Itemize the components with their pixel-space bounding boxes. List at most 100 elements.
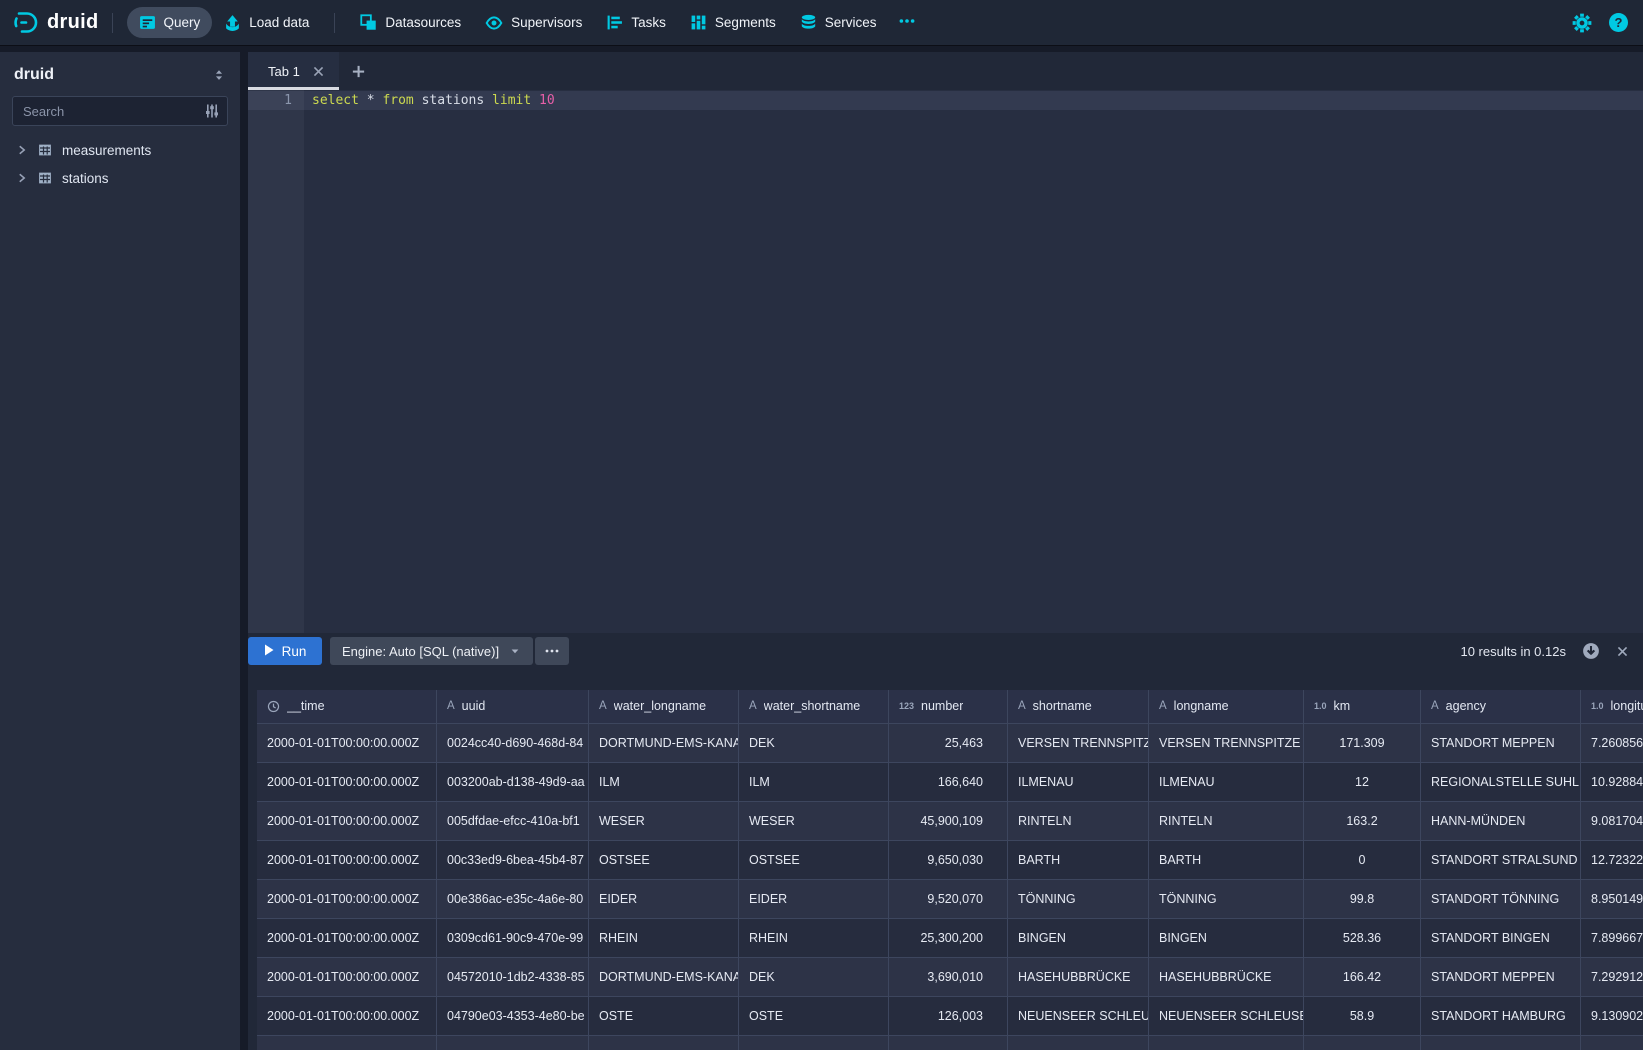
navbar-more-button[interactable] [888,5,926,41]
column-header-km[interactable]: 1.0km [1304,690,1421,723]
table-cell[interactable]: BARTH [1008,841,1149,879]
table-cell[interactable]: ILMENAU [1149,763,1304,801]
table-cell[interactable]: WESER [589,802,739,840]
sql-query-text[interactable]: select * from stations limit 10 [312,92,555,109]
table-cell[interactable]: HANN-MÜNDEN [1421,802,1581,840]
table-cell[interactable]: 3,690,010 [889,958,1008,996]
table-cell[interactable]: BARTH [1149,841,1304,879]
table-cell[interactable]: NEUENSEER SCHLEUSEN [1008,997,1149,1035]
table-cell[interactable]: TÖNNING [1008,880,1149,918]
nav-item-tasks[interactable]: Tasks [594,7,678,38]
table-cell[interactable]: 166,640 [889,763,1008,801]
chevron-right-icon[interactable] [16,144,28,156]
table-cell[interactable]: STANDORT BINGEN [1421,919,1581,957]
close-results-icon[interactable] [1616,645,1629,658]
table-cell[interactable]: 0 [1304,841,1421,879]
search-input[interactable] [12,96,228,126]
table-cell[interactable]: 2000-01-01T00:00:00.000Z [257,841,437,879]
table-cell[interactable]: 99.8 [1304,880,1421,918]
new-tab-button[interactable] [339,52,378,90]
table-cell[interactable]: RINTELN [1149,802,1304,840]
table-cell[interactable]: WESER [739,802,889,840]
column-header-agency[interactable]: Aagency [1421,690,1581,723]
nav-item-query[interactable]: Query [127,7,213,38]
table-cell[interactable]: OSTSEE [739,841,889,879]
table-cell[interactable]: ILM [739,763,889,801]
tab-1[interactable]: Tab 1 [248,52,339,90]
tab-close-icon[interactable] [312,65,325,78]
table-cell[interactable]: 166.42 [1304,958,1421,996]
table-cell[interactable]: HASEHUBBRÜCKE [1008,958,1149,996]
table-cell[interactable]: 04572010-1db2-4338-85 [437,958,589,996]
column-header-number[interactable]: 123number [889,690,1008,723]
table-cell[interactable]: 58.9 [1304,997,1421,1035]
table-cell[interactable]: OSTE [739,997,889,1035]
table-cell[interactable]: BINGEN [1008,919,1149,957]
download-results-icon[interactable] [1582,642,1600,660]
column-header-longname[interactable]: Alongname [1149,690,1304,723]
engine-select-button[interactable]: Engine: Auto [SQL (native)] [330,637,533,665]
table-cell[interactable]: 2000-01-01T00:00:00.000Z [257,802,437,840]
table-cell[interactable]: 003200ab-d138-49d9-aa [437,763,589,801]
table-cell[interactable]: BINGEN [1149,919,1304,957]
table-cell[interactable]: 2000-01-01T00:00:00.000Z [257,763,437,801]
chevron-right-icon[interactable] [16,172,28,184]
table-cell[interactable]: TÖNNING [1149,880,1304,918]
table-cell[interactable]: VERSEN TRENNSPITZE [1008,724,1149,762]
table-cell[interactable]: REGIONALSTELLE SUHL [1421,763,1581,801]
more-options-button[interactable] [535,637,569,665]
table-cell[interactable]: 7.260856 [1581,724,1643,762]
table-cell[interactable]: 45,900,109 [889,802,1008,840]
table-cell[interactable]: 9.081704 [1581,802,1643,840]
table-cell[interactable]: 25,300,200 [889,919,1008,957]
table-cell[interactable]: 0309cd61-90c9-470e-99 [437,919,589,957]
table-cell[interactable]: 00c33ed9-6bea-45b4-87 [437,841,589,879]
table-cell[interactable]: 2000-01-01T00:00:00.000Z [257,724,437,762]
table-cell[interactable]: 25,463 [889,724,1008,762]
table-cell[interactable]: DORTMUND-EMS-KANAL [589,724,739,762]
table-cell[interactable]: 9.130902 [1581,997,1643,1035]
table-cell[interactable]: EIDER [739,880,889,918]
table-cell[interactable]: STANDORT STRALSUND [1421,841,1581,879]
table-cell[interactable]: 2000-01-01T00:00:00.000Z [257,880,437,918]
table-cell[interactable]: 005dfdae-efcc-410a-bf1 [437,802,589,840]
column-header-water_longname[interactable]: Awater_longname [589,690,739,723]
filter-icon[interactable] [204,103,220,119]
table-cell[interactable]: VERSEN TRENNSPITZE [1149,724,1304,762]
table-cell[interactable]: 126,003 [889,997,1008,1035]
table-cell[interactable]: 2000-01-01T00:00:00.000Z [257,997,437,1035]
table-cell[interactable]: 12 [1304,763,1421,801]
table-cell[interactable]: DORTMUND-EMS-KANAL [589,958,739,996]
double-caret-vertical-icon[interactable] [212,68,226,82]
column-header-shortname[interactable]: Ashortname [1008,690,1149,723]
table-cell[interactable]: 163.2 [1304,802,1421,840]
column-header-water_shortname[interactable]: Awater_shortname [739,690,889,723]
table-cell[interactable]: 2000-01-01T00:00:00.000Z [257,919,437,957]
table-cell[interactable]: ILMENAU [1008,763,1149,801]
table-cell[interactable]: RINTELN [1008,802,1149,840]
nav-item-load-data[interactable]: Load data [212,7,321,38]
run-button[interactable]: Run [248,637,322,665]
table-cell[interactable]: 9,520,070 [889,880,1008,918]
column-header-uuid[interactable]: Auuid [437,690,589,723]
table-cell[interactable]: RHEIN [589,919,739,957]
table-cell[interactable]: DEK [739,958,889,996]
sidebar-table-measurements[interactable]: measurements [0,136,240,164]
schema-selector[interactable]: druid [0,52,240,94]
table-cell[interactable]: 7.899667 [1581,919,1643,957]
nav-item-segments[interactable]: Segments [678,7,788,38]
table-cell[interactable]: 0024cc40-d690-468d-84 [437,724,589,762]
nav-item-datasources[interactable]: Datasources [348,7,473,38]
table-cell[interactable]: DEK [739,724,889,762]
table-cell[interactable]: OSTSEE [589,841,739,879]
sql-editor[interactable]: 1 select * from stations limit 10 [248,90,1643,633]
table-cell[interactable]: 00e386ac-e35c-4a6e-80 [437,880,589,918]
table-cell[interactable]: RHEIN [739,919,889,957]
column-header-__time[interactable]: __time [257,690,437,723]
table-cell[interactable]: STANDORT MEPPEN [1421,724,1581,762]
table-cell[interactable]: STANDORT HAMBURG [1421,997,1581,1035]
table-cell[interactable]: OSTE [589,997,739,1035]
table-cell[interactable]: 7.292912 [1581,958,1643,996]
table-cell[interactable]: STANDORT MEPPEN [1421,958,1581,996]
table-cell[interactable]: 9,650,030 [889,841,1008,879]
